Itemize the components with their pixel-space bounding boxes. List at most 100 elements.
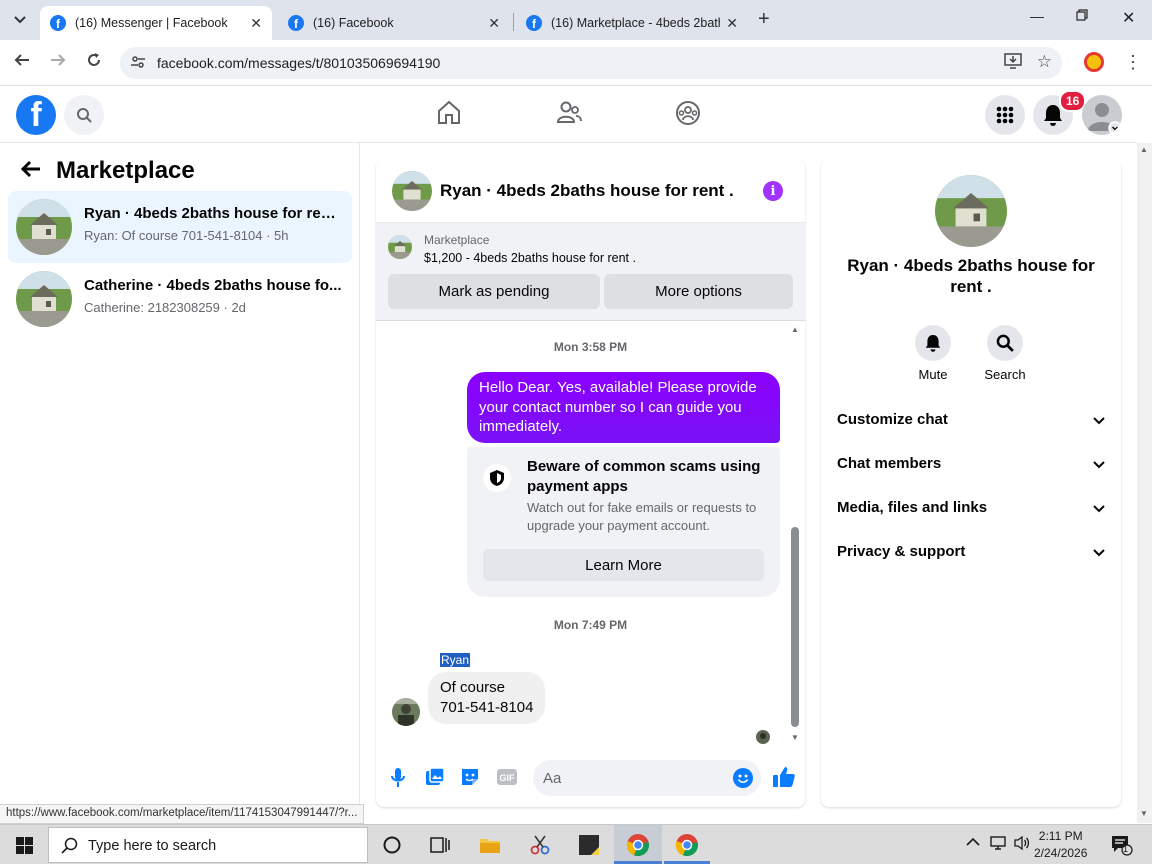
chat-scrollbar[interactable]: ▲ ▼: [789, 325, 801, 743]
customize-chat-section[interactable]: Customize chat: [829, 398, 1113, 442]
close-tab-icon[interactable]: ✕: [726, 15, 738, 32]
listing-thumbnail[interactable]: [388, 235, 412, 259]
thumbs-up-icon[interactable]: [772, 765, 796, 794]
taskbar-search[interactable]: Type here to search: [48, 827, 368, 863]
chat-header: Ryan · 4beds 2baths house for rent . i: [376, 159, 805, 223]
restore-icon[interactable]: [1076, 8, 1088, 24]
conversation-item[interactable]: Ryan · 4beds 2baths house for rent . Rya…: [8, 191, 352, 263]
svg-text:GIF: GIF: [500, 773, 516, 783]
chat-members-section[interactable]: Chat members: [829, 442, 1113, 486]
facebook-logo-icon[interactable]: f: [16, 95, 56, 135]
bookmark-star-icon[interactable]: ☆: [1037, 52, 1052, 72]
back-arrow-icon[interactable]: [14, 52, 30, 73]
volume-icon[interactable]: [1013, 835, 1031, 854]
snipping-tool-icon[interactable]: [528, 833, 552, 857]
house-thumbnail[interactable]: [392, 171, 432, 211]
incoming-message-line: Of course: [440, 679, 506, 696]
profile-avatar[interactable]: [1082, 95, 1122, 135]
listing-label: Marketplace: [424, 233, 490, 247]
close-tab-icon[interactable]: ✕: [250, 15, 262, 32]
section-label: Chat members: [837, 455, 942, 472]
network-icon[interactable]: [990, 835, 1008, 854]
browser-toolbar: facebook.com/messages/t/801035069694190 …: [0, 40, 1152, 86]
tab-separator: [513, 13, 514, 31]
close-tab-icon[interactable]: ✕: [488, 15, 500, 32]
scroll-up-icon[interactable]: ▲: [791, 325, 799, 334]
chrome-icon[interactable]: [675, 833, 699, 857]
cortana-icon[interactable]: [380, 833, 404, 857]
back-arrow-icon[interactable]: [20, 159, 42, 184]
tab-facebook[interactable]: f (16) Facebook ✕: [278, 6, 510, 40]
sender-avatar[interactable]: [392, 698, 420, 726]
tray-chevron-up-icon[interactable]: [966, 835, 980, 850]
tab-marketplace[interactable]: f (16) Marketplace - 4beds 2baths ✕: [516, 6, 748, 40]
groups-icon[interactable]: [675, 100, 701, 131]
browser-menu-icon[interactable]: ⋮: [1124, 52, 1142, 73]
conversation-item[interactable]: Catherine · 4beds 2baths house fo... Cat…: [8, 263, 352, 335]
reload-icon[interactable]: [86, 52, 102, 73]
chrome-icon[interactable]: [626, 833, 650, 857]
search-icon[interactable]: [64, 95, 104, 135]
message-timestamp: Mon 3:58 PM: [553, 340, 628, 354]
chat-panel: Ryan · 4beds 2baths house for rent . i M…: [376, 159, 805, 807]
seen-avatar: [756, 730, 770, 744]
emoji-icon[interactable]: [733, 768, 753, 788]
microphone-icon[interactable]: [390, 767, 406, 794]
windows-start-icon[interactable]: [16, 837, 33, 854]
sticky-notes-icon[interactable]: [577, 833, 601, 857]
minimize-icon[interactable]: —: [1030, 8, 1044, 24]
house-thumbnail: [935, 175, 1007, 247]
action-center-icon[interactable]: 1: [1110, 834, 1134, 859]
install-app-icon[interactable]: [1004, 53, 1022, 73]
tab-messenger[interactable]: f (16) Messenger | Facebook ✕: [40, 6, 272, 40]
chevron-down-icon: [1093, 456, 1105, 474]
search-icon: [61, 837, 79, 860]
system-clock[interactable]: 2:11 PM 2/24/2026: [1034, 828, 1087, 862]
site-settings-icon[interactable]: [130, 54, 146, 73]
close-window-icon[interactable]: ✕: [1122, 8, 1135, 28]
friends-icon[interactable]: [556, 100, 582, 131]
marketplace-listing-banner: Marketplace $1,200 - 4beds 2baths house …: [376, 223, 805, 321]
address-bar[interactable]: facebook.com/messages/t/801035069694190 …: [120, 47, 1062, 79]
message-composer: GIF Aa: [376, 755, 805, 807]
chat-details-panel: Ryan · 4beds 2baths house for rent . Mut…: [821, 159, 1121, 807]
scroll-up-icon[interactable]: ▲: [1140, 145, 1148, 154]
chat-title[interactable]: Ryan · 4beds 2baths house for rent .: [440, 181, 734, 201]
scroll-down-icon[interactable]: ▼: [1140, 809, 1148, 818]
search-button[interactable]: Search: [975, 325, 1035, 382]
sticker-icon[interactable]: [460, 767, 480, 792]
photo-icon[interactable]: [425, 767, 445, 792]
forward-arrow-icon[interactable]: [50, 52, 66, 73]
extension-icon[interactable]: [1084, 52, 1104, 72]
page-scrollbar[interactable]: ▲ ▼: [1137, 143, 1152, 823]
mute-button[interactable]: Mute: [903, 325, 963, 382]
clock-date: 2/24/2026: [1034, 846, 1088, 860]
menu-grid-icon[interactable]: [985, 95, 1025, 135]
home-icon[interactable]: [437, 100, 461, 131]
incoming-message[interactable]: Of course 701-541-8104: [428, 672, 546, 724]
taskbar-search-placeholder: Type here to search: [88, 838, 217, 854]
gif-icon[interactable]: GIF: [496, 767, 518, 792]
tab-title: (16) Messenger | Facebook: [75, 16, 228, 30]
scroll-down-icon[interactable]: ▼: [791, 733, 799, 742]
chevron-down-icon: [1093, 500, 1105, 518]
tab-search-icon[interactable]: [8, 8, 32, 32]
conversation-preview: Catherine: 2182308259 · 2d: [84, 300, 246, 315]
house-thumbnail: [16, 271, 72, 327]
privacy-support-section[interactable]: Privacy & support: [829, 530, 1113, 574]
more-options-button[interactable]: More options: [604, 274, 793, 309]
file-explorer-icon[interactable]: [478, 833, 502, 857]
info-icon[interactable]: i: [763, 181, 783, 201]
outgoing-message[interactable]: Hello Dear. Yes, available! Please provi…: [467, 372, 780, 443]
facebook-favicon-icon: f: [288, 15, 304, 31]
facebook-header: f 16: [0, 86, 1137, 143]
new-tab-icon[interactable]: +: [758, 8, 770, 31]
mute-label: Mute: [918, 367, 948, 382]
media-files-links-section[interactable]: Media, files and links: [829, 486, 1113, 530]
message-input[interactable]: Aa: [533, 760, 761, 796]
task-view-icon[interactable]: [428, 833, 452, 857]
listing-item[interactable]: $1,200 - 4beds 2baths house for rent .: [424, 251, 636, 265]
learn-more-button[interactable]: Learn More: [483, 549, 764, 581]
mark-as-pending-button[interactable]: Mark as pending: [388, 274, 600, 309]
conversation-list-panel: Marketplace Ryan · 4beds 2baths house fo…: [0, 143, 360, 823]
